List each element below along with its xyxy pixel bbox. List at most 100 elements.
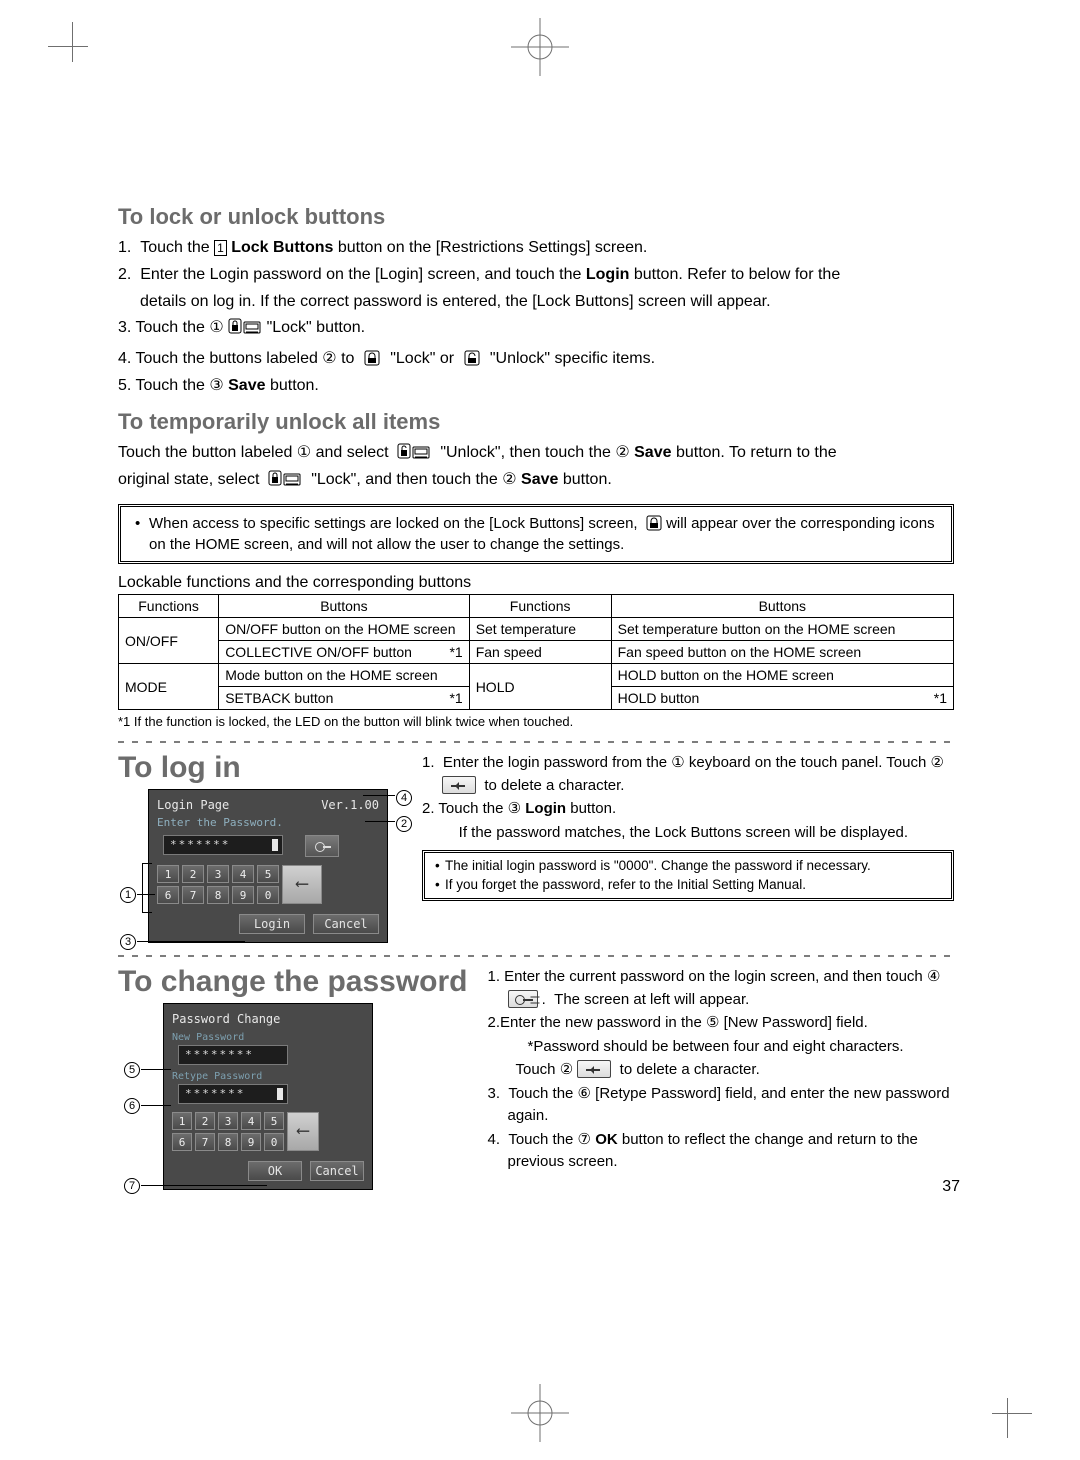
- th: Functions: [119, 595, 219, 618]
- page-number: 37: [942, 1178, 960, 1196]
- step: 1. Touch the 1 Lock Buttons button on th…: [118, 236, 954, 261]
- bullet-icon: •: [135, 513, 149, 555]
- table-row: MODE Mode button on the HOME screen HOLD…: [119, 664, 954, 687]
- callout-2: 2: [396, 813, 412, 833]
- td: ON/OFF: [119, 618, 219, 664]
- td: HOLD button *1: [611, 687, 953, 710]
- change-password-panel: Password Change New Password ******** Re…: [163, 1003, 373, 1190]
- key-4[interactable]: 4: [232, 865, 254, 883]
- key-4[interactable]: 4: [241, 1112, 261, 1130]
- key-7[interactable]: 7: [182, 886, 204, 904]
- heading-temp-unlock: To temporarily unlock all items: [118, 409, 954, 435]
- unlock-icon: [463, 350, 481, 367]
- numeric-keypad: 1 2 3 4 5 ⟵ 6 7 8 9 0: [157, 865, 379, 904]
- registration-mark-bottom: [511, 1384, 569, 1442]
- step: 5. Touch the ③ Save button.: [118, 374, 954, 399]
- td: Set temperature: [469, 618, 611, 641]
- unlock-home-icon: [397, 444, 431, 461]
- td: HOLD button on the HOME screen: [611, 664, 953, 687]
- change-illustration-col: To change the password Password Change N…: [118, 965, 468, 1190]
- key-3[interactable]: 3: [218, 1112, 238, 1130]
- key-6[interactable]: 6: [157, 886, 179, 904]
- body-text: Touch the button labeled ① and select "U…: [118, 441, 954, 466]
- key-3[interactable]: 3: [207, 865, 229, 883]
- lock-icon: [363, 350, 381, 367]
- change-steps-col: 1. Enter the current password on the log…: [488, 965, 955, 1190]
- key-5[interactable]: 5: [264, 1112, 284, 1130]
- key-2[interactable]: 2: [182, 865, 204, 883]
- td: Fan speed: [469, 641, 611, 664]
- key-9[interactable]: 9: [241, 1133, 261, 1151]
- body-text: original state, select "Lock", and then …: [118, 468, 954, 493]
- callout-6: 6: [124, 1097, 140, 1114]
- key-2[interactable]: 2: [195, 1112, 215, 1130]
- step: 4. Touch the buttons labeled ② to "Lock"…: [118, 347, 954, 372]
- callout-5: 5: [124, 1061, 140, 1078]
- label-new-password: New Password: [172, 1032, 364, 1043]
- key-0[interactable]: 0: [264, 1133, 284, 1151]
- key-7[interactable]: 7: [195, 1133, 215, 1151]
- lock-functions-table: Functions Buttons Functions Buttons ON/O…: [118, 594, 954, 710]
- panel-hint: Enter the Password.: [157, 816, 379, 829]
- crop-mark-tl: [48, 22, 106, 80]
- key-6[interactable]: 6: [172, 1133, 192, 1151]
- key-1[interactable]: 1: [172, 1112, 192, 1130]
- key-5[interactable]: 5: [257, 865, 279, 883]
- step: 2.Enter the new password in the ⑤ [New P…: [488, 1012, 955, 1035]
- panel-title: Login Page: [157, 798, 229, 812]
- key-9[interactable]: 9: [232, 886, 254, 904]
- info-box: • When access to specific settings are l…: [118, 504, 954, 564]
- td: COLLECTIVE ON/OFF button *1: [219, 641, 470, 664]
- ok-button[interactable]: OK: [248, 1161, 302, 1181]
- key-backspace[interactable]: ⟵: [287, 1112, 319, 1151]
- key-8[interactable]: 8: [207, 886, 229, 904]
- step-note: Touch ② to delete a character.: [488, 1059, 955, 1082]
- td: ON/OFF button on the HOME screen: [219, 618, 470, 641]
- td: Set temperature button on the HOME scree…: [611, 618, 953, 641]
- crop-mark-br: [974, 1380, 1032, 1438]
- retype-password-field[interactable]: *******: [178, 1084, 288, 1104]
- login-illustration-col: To log in Login Page Ver.1.00 Enter the …: [118, 751, 402, 943]
- step-cont: If the password matches, the Lock Button…: [422, 822, 954, 845]
- step: 1. Enter the current password on the log…: [488, 966, 955, 1011]
- cancel-button[interactable]: Cancel: [310, 1161, 364, 1181]
- heading-change-password: To change the password: [118, 965, 468, 999]
- key-0[interactable]: 0: [257, 886, 279, 904]
- label-retype-password: Retype Password: [172, 1071, 364, 1082]
- key-1[interactable]: 1: [157, 865, 179, 883]
- step: 4. Touch the ⑦ OK button to reflect the …: [488, 1129, 955, 1174]
- step: 3. Touch the ① "Lock" button.: [118, 316, 954, 345]
- registration-mark-top: [511, 18, 569, 76]
- td: MODE: [119, 664, 219, 710]
- key-icon: [508, 990, 538, 1008]
- key-backspace[interactable]: ⟵: [282, 865, 322, 904]
- key-8[interactable]: 8: [218, 1133, 238, 1151]
- backspace-icon: [577, 1060, 611, 1078]
- info-text: If you forget the password, refer to the…: [445, 876, 806, 894]
- table-header: Functions Buttons Functions Buttons: [119, 595, 954, 618]
- password-field[interactable]: *******: [163, 835, 283, 855]
- login-info-box: •The initial login password is "0000". C…: [422, 850, 954, 900]
- td: HOLD: [469, 664, 611, 710]
- login-button[interactable]: Login: [239, 914, 305, 934]
- table-footnote: *1 If the function is locked, the LED on…: [118, 714, 954, 729]
- login-steps-col: 1. Enter the login password from the ① k…: [422, 751, 954, 943]
- document-page: To lock or unlock buttons 1. Touch the 1…: [0, 0, 1080, 1460]
- cancel-button[interactable]: Cancel: [313, 914, 379, 934]
- td: Mode button on the HOME screen: [219, 664, 470, 687]
- callout-bracket: [142, 863, 152, 913]
- key-icon-button[interactable]: [305, 835, 339, 857]
- info-text: When access to specific settings are loc…: [149, 513, 937, 555]
- info-text: The initial login password is "0000". Ch…: [445, 857, 871, 875]
- step: 3. Touch the ⑥ [Retype Password] field, …: [488, 1083, 955, 1128]
- callout-7: 7: [124, 1177, 140, 1194]
- new-password-field[interactable]: ********: [178, 1045, 288, 1065]
- heading-lock-unlock: To lock or unlock buttons: [118, 204, 954, 230]
- td: SETBACK button *1: [219, 687, 470, 710]
- td: Fan speed button on the HOME screen: [611, 641, 953, 664]
- dotted-separator: [118, 953, 954, 959]
- backspace-icon: [442, 776, 476, 794]
- callout-3: 3: [120, 933, 136, 950]
- th: Buttons: [611, 595, 953, 618]
- callout-4: 4: [396, 787, 412, 807]
